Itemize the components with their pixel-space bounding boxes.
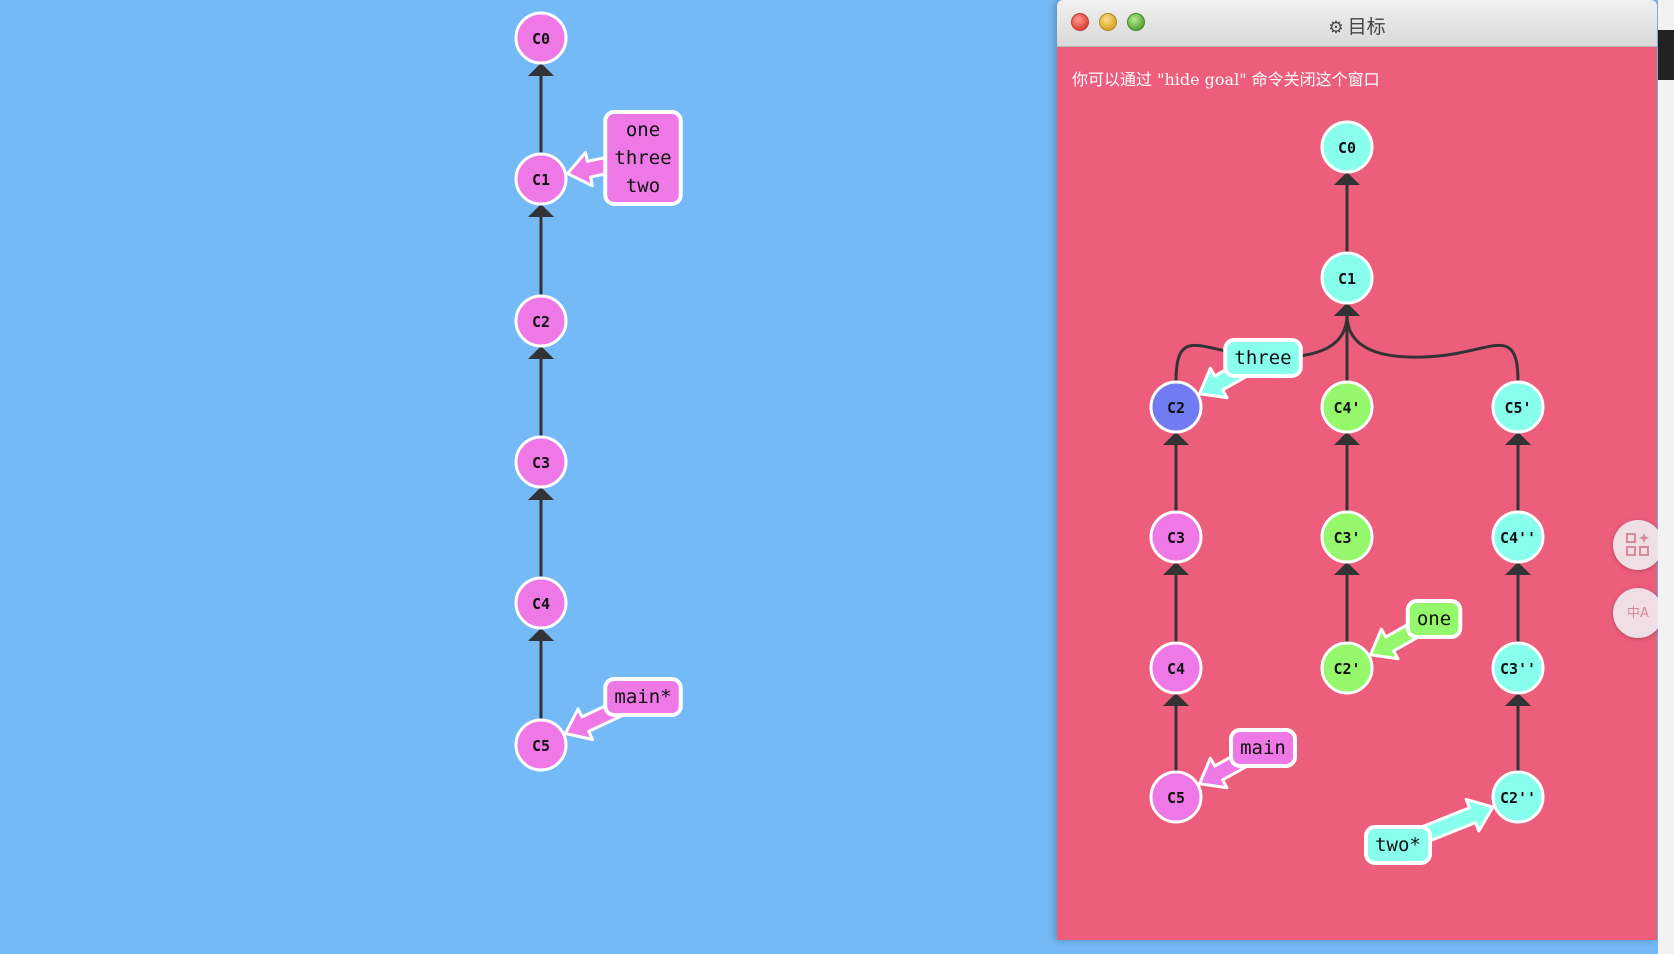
- commit-node[interactable]: C2'': [1491, 770, 1545, 824]
- edge-arrowhead: [1334, 562, 1360, 575]
- edge-arrowhead: [1163, 432, 1189, 445]
- edge-arrowhead: [1163, 693, 1189, 706]
- edge-arrowhead: [528, 346, 554, 359]
- commit-node[interactable]: C3'': [1491, 641, 1545, 695]
- branch-name: three: [1234, 347, 1291, 369]
- translate-button[interactable]: 中A: [1613, 588, 1663, 638]
- commit-node[interactable]: C0: [514, 11, 568, 65]
- main-commit-graph: one three two main* C0 C1 C2 C3 C4 C5: [514, 11, 683, 772]
- edge-arrowhead: [528, 63, 554, 76]
- commit-label: C1: [1338, 270, 1356, 288]
- commit-label: C4': [1333, 399, 1360, 417]
- grid-sparkle-button[interactable]: [1613, 520, 1663, 570]
- commit-node[interactable]: C3: [1149, 510, 1203, 564]
- commit-edge: [1345, 314, 1520, 383]
- commit-node[interactable]: C5: [514, 718, 568, 772]
- commit-label: C3: [1167, 529, 1185, 547]
- branch-name: one: [626, 119, 660, 141]
- commit-label: C4'': [1500, 529, 1536, 547]
- branch-name: two: [626, 175, 660, 197]
- commit-node[interactable]: C4'': [1491, 510, 1545, 564]
- edge-arrowhead: [528, 628, 554, 641]
- commit-node[interactable]: C4: [1149, 641, 1203, 695]
- edge-arrowhead: [1505, 693, 1531, 706]
- branch-label[interactable]: main: [1198, 728, 1297, 790]
- edge-arrowhead: [1505, 432, 1531, 445]
- edge-arrowhead: [528, 204, 554, 217]
- commit-node[interactable]: C4': [1320, 380, 1374, 434]
- commit-node[interactable]: C5: [1149, 770, 1203, 824]
- commit-label: C5': [1504, 399, 1531, 417]
- edge-arrowhead: [1505, 562, 1531, 575]
- branch-name: main: [1240, 737, 1286, 759]
- commit-label: C4: [1167, 660, 1185, 678]
- branch-label[interactable]: two*: [1364, 797, 1495, 865]
- commit-node[interactable]: C2: [1149, 380, 1203, 434]
- edge-arrowhead: [528, 487, 554, 500]
- branch-label[interactable]: one: [1369, 599, 1463, 661]
- branch-name: three: [614, 147, 671, 169]
- commit-label: C2: [1167, 399, 1185, 417]
- edge-arrowhead: [1334, 432, 1360, 445]
- commit-label: C3': [1333, 529, 1360, 547]
- commit-label: C3'': [1500, 660, 1536, 678]
- commit-label: C2'': [1500, 789, 1536, 807]
- commit-node[interactable]: C2: [514, 294, 568, 348]
- edge-arrowhead: [1334, 172, 1360, 185]
- branch-name: main*: [614, 686, 671, 708]
- translate-icon: 中A: [1627, 605, 1649, 621]
- grid-sparkle-icon: [1626, 533, 1649, 556]
- commit-label: C0: [1338, 139, 1356, 157]
- commit-node[interactable]: C4: [514, 576, 568, 630]
- goal-window: ⚙ 目标 你可以通过 "hide goal" 命令关闭这个窗口 three one m…: [1057, 0, 1657, 940]
- commit-node[interactable]: C2': [1320, 641, 1374, 695]
- commit-node[interactable]: C0: [1320, 120, 1374, 174]
- branch-label[interactable]: one three two: [565, 110, 683, 206]
- commit-node[interactable]: C3': [1320, 510, 1374, 564]
- commit-label: C1: [532, 171, 550, 189]
- commit-label: C2': [1333, 660, 1360, 678]
- goal-commit-graph: three one main two* C0 C1 C2 C3 C4 C5 C4' C3' C2' C5'…: [1149, 120, 1545, 865]
- commit-label: C5: [532, 737, 550, 755]
- commit-node[interactable]: C3: [514, 435, 568, 489]
- commit-node[interactable]: C5': [1491, 380, 1545, 434]
- commit-label: C0: [532, 30, 550, 48]
- branch-name: two*: [1375, 834, 1421, 856]
- commit-label: C3: [532, 454, 550, 472]
- commit-node[interactable]: C1: [514, 152, 568, 206]
- commit-node[interactable]: C1: [1320, 251, 1374, 305]
- window-edge: [1658, 0, 1674, 954]
- branch-name: one: [1417, 608, 1451, 630]
- commit-label: C4: [532, 595, 550, 613]
- edge-arrowhead: [1334, 303, 1360, 316]
- branch-label[interactable]: main*: [563, 677, 683, 742]
- commit-label: C5: [1167, 789, 1185, 807]
- commit-label: C2: [532, 313, 550, 331]
- edge-arrowhead: [1163, 562, 1189, 575]
